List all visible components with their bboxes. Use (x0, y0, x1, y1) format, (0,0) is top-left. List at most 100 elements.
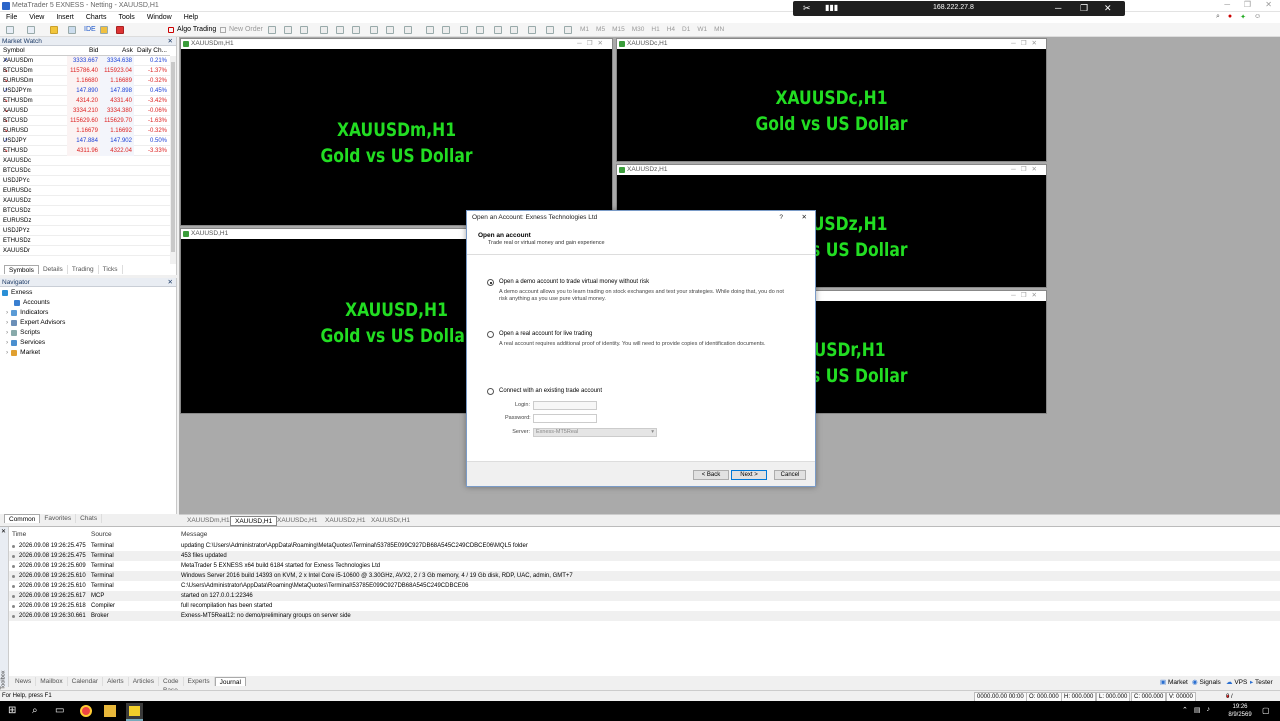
search-taskbar-icon[interactable]: ⌕ (32, 705, 44, 717)
market-link[interactable]: ▣ Market (1160, 678, 1188, 686)
tab-code-base[interactable]: Code Base (159, 677, 184, 694)
demo-account-option[interactable]: Open a demo account to trade virtual mon… (499, 279, 649, 285)
col-ask[interactable]: Ask (122, 47, 133, 54)
tab-experts[interactable]: Experts (184, 677, 215, 686)
nav-item-expert-advisors[interactable]: › Expert Advisors (6, 318, 65, 328)
new-order-button[interactable]: New Order (220, 25, 263, 35)
market-watch-row[interactable]: ↘ EURUSDm 1.16680 1.16689 -0.32% (0, 76, 170, 86)
market-watch-row[interactable]: ↗ XAUUSDm 3333.667 3334.638 0.21% (0, 56, 170, 66)
tf-mn[interactable]: MN (714, 25, 724, 35)
tab-articles[interactable]: Articles (129, 677, 159, 686)
nav-item-scripts[interactable]: › Scripts (6, 328, 40, 338)
shift-icon[interactable] (386, 26, 394, 34)
menu-file[interactable]: File (0, 12, 23, 23)
market-watch-row[interactable]: › XAUUSDz (0, 196, 170, 206)
indicators-icon[interactable] (404, 26, 412, 34)
market-watch-row[interactable]: › EURUSDc (0, 186, 170, 196)
signals-link[interactable]: ◉ Signals (1192, 678, 1221, 686)
market-watch-row[interactable]: › XAUUSDc (0, 156, 170, 166)
tf-m30[interactable]: M30 (632, 25, 645, 35)
market-watch-row[interactable]: ↘ ETHUSDm 4314.20 4331.40 -3.42% (0, 96, 170, 106)
crosshair-icon[interactable] (442, 26, 450, 34)
next-button[interactable]: Next > (731, 470, 767, 480)
tab-alerts[interactable]: Alerts (103, 677, 129, 686)
market-watch-row[interactable]: › BTCUSDc (0, 166, 170, 176)
hline-icon[interactable] (476, 26, 484, 34)
journal-row[interactable]: 2026.09.08 19:26:25.610 Terminal C:\Users\… (9, 581, 1280, 591)
menu-view[interactable]: View (23, 12, 50, 23)
tf-m15[interactable]: M15 (612, 25, 625, 35)
tf-m1[interactable]: M1 (580, 25, 589, 35)
market-watch-row[interactable]: › USDJPYz (0, 226, 170, 236)
candles-icon[interactable] (300, 26, 308, 34)
chart-window-buttons[interactable]: ─❐✕ (577, 39, 608, 49)
market-watch-row[interactable]: › ETHUSDz (0, 236, 170, 246)
market-watch-scroll-thumb[interactable] (171, 62, 175, 252)
chart-tab[interactable]: XAUUSDc,H1 (273, 516, 321, 526)
journal-row[interactable]: 2026.09.08 19:26:25.610 Terminal Windows S… (9, 571, 1280, 581)
text-icon[interactable] (546, 26, 554, 34)
channel-icon[interactable] (510, 26, 518, 34)
col-time[interactable]: Time (12, 531, 26, 538)
minimize-icon[interactable]: ─ (1224, 0, 1230, 9)
close-icon[interactable]: ✕ (1265, 0, 1272, 9)
col-symbol[interactable]: Symbol (3, 47, 25, 54)
market-watch-row[interactable]: ↗ USDJPYm 147.890 147.898 0.45% (0, 86, 170, 96)
menu-tools[interactable]: Tools (112, 12, 140, 23)
search-icon[interactable]: ⌕ (1216, 13, 1220, 21)
server-select[interactable]: Exness-MT5Real ▾ (533, 428, 657, 437)
tab-chats[interactable]: Chats (76, 514, 103, 523)
chart-xauusdc[interactable]: XAUUSDc,H1 ─❐✕ XAUUSDc,H1 Gold vs US Doll… (616, 38, 1047, 162)
toolbox-close-icon[interactable]: ✕ (1, 528, 6, 535)
market-watch-scrollbar[interactable] (170, 56, 176, 264)
market-watch-row[interactable]: ↘ XAUUSD 3334.210 3334.380 -0.06% (0, 106, 170, 116)
dialog-close-button[interactable]: ✕ (802, 211, 807, 225)
existing-account-radio[interactable] (487, 388, 494, 395)
rdp-minimize-icon[interactable]: ─ (1055, 3, 1061, 13)
chart-tab-active[interactable]: XAUUSD,H1 (230, 516, 278, 526)
market-watch-row[interactable]: ↘ ETHUSD 4311.96 4322.04 -3.33% (0, 146, 170, 156)
vps-link[interactable]: ☁ VPS (1226, 678, 1247, 686)
unpin-icon[interactable]: ✂ (803, 3, 811, 13)
market-watch-close-icon[interactable]: ✕ (168, 37, 173, 46)
tab-journal[interactable]: Journal (214, 677, 246, 686)
dialog-help-button[interactable]: ? (779, 211, 783, 225)
tray-chevron-icon[interactable]: ⌃ (1182, 706, 1188, 714)
clock[interactable]: 19:26 8/9/2569 (1226, 703, 1254, 719)
rdp-restore-icon[interactable]: ❐ (1080, 3, 1088, 13)
col-source[interactable]: Source (91, 531, 112, 538)
vline-icon[interactable] (460, 26, 468, 34)
tf-h1[interactable]: H1 (651, 25, 659, 35)
lock-icon[interactable] (100, 26, 108, 34)
password-field[interactable] (533, 414, 597, 423)
chrome-icon[interactable] (80, 705, 92, 717)
menu-help[interactable]: Help (178, 12, 204, 23)
tab-trading[interactable]: Trading (68, 265, 99, 274)
cursor-icon[interactable] (426, 26, 434, 34)
tab-calendar[interactable]: Calendar (68, 677, 104, 686)
journal-row[interactable]: 2026.09.08 19:26:25.609 Terminal MetaTrade… (9, 561, 1280, 571)
notification-icon[interactable]: ● (1228, 13, 1232, 21)
menu-insert[interactable]: Insert (50, 12, 80, 23)
mql5-icon[interactable]: ✦ (1240, 13, 1246, 21)
chart-window-buttons[interactable]: ─❐✕ (1011, 291, 1042, 301)
tab-favorites[interactable]: Favorites (40, 514, 77, 523)
nav-item-accounts[interactable]: Accounts (14, 298, 50, 308)
col-daily-change[interactable]: Daily Ch... (137, 47, 167, 54)
nav-item-market[interactable]: › Market (6, 348, 40, 358)
notifications-icon[interactable]: ▢ (1262, 706, 1270, 715)
network-icon[interactable]: ▤ (1194, 706, 1201, 714)
chart-tab[interactable]: XAUUSDr,H1 (367, 516, 414, 526)
real-account-option[interactable]: Open a real account for live trading (499, 331, 592, 337)
market-watch-row[interactable]: ↘ BTCUSDm 115786.40 115923.04 -1.37% (0, 66, 170, 76)
tab-symbols[interactable]: Symbols (4, 265, 39, 274)
market-watch-row[interactable]: ↘ BTCUSD 115629.60 115629.70 -1.63% (0, 116, 170, 126)
bars-icon[interactable] (284, 26, 292, 34)
tf-d1[interactable]: D1 (682, 25, 690, 35)
profile-icon[interactable]: ☺ (1254, 13, 1261, 21)
back-button[interactable]: < Back (693, 470, 729, 480)
market-watch-row[interactable]: › XAUUSDr (0, 246, 170, 256)
tab-news[interactable]: News (11, 677, 37, 686)
demo-account-radio[interactable] (487, 279, 494, 286)
journal-row[interactable]: 2026.09.08 19:26:25.475 Terminal 453 files… (9, 551, 1280, 561)
